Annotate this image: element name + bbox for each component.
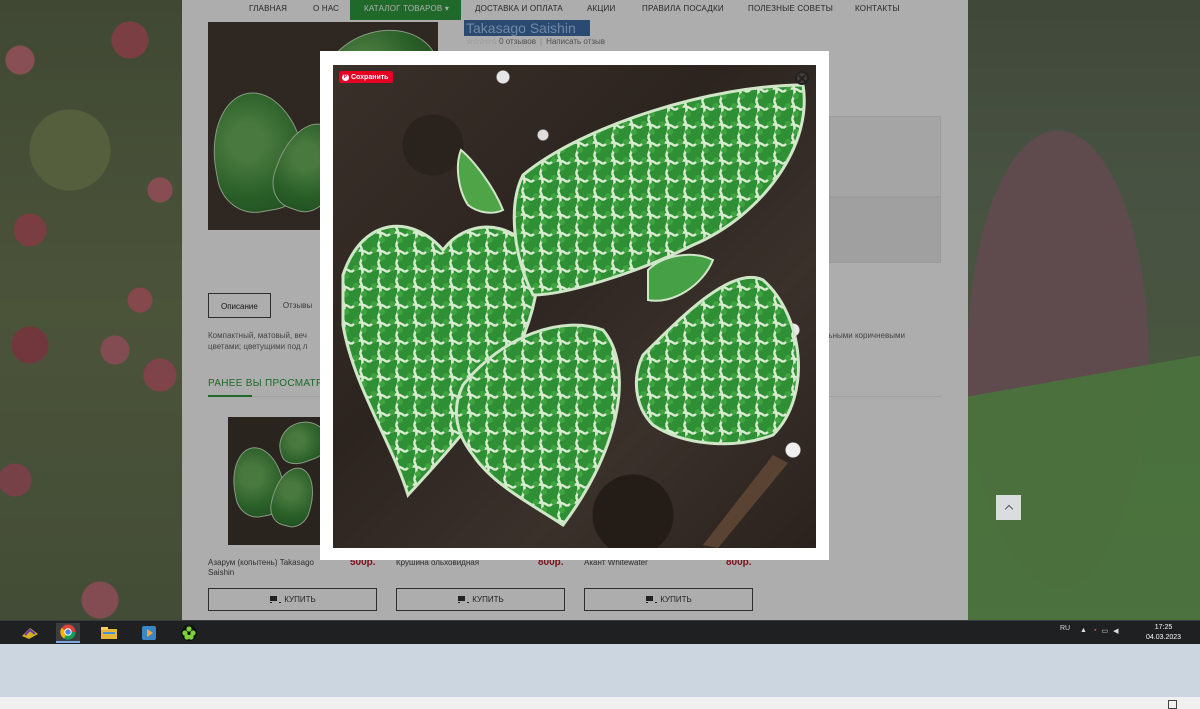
flag-icon[interactable]: ▪ [1094,627,1096,635]
media-player-icon[interactable] [137,623,161,643]
scroll-to-top-button[interactable] [996,495,1021,520]
network-icon[interactable]: ▭ [1101,627,1108,635]
close-icon[interactable] [795,71,809,85]
system-tray: ▪ ▭ ◀ [1094,627,1119,635]
image-lightbox: P Сохранить [320,51,829,560]
file-explorer-icon[interactable] [97,623,121,643]
chrome-icon[interactable] [56,623,80,643]
bottom-strip [0,697,1200,709]
language-indicator[interactable]: RU [1060,625,1070,632]
green-app-icon[interactable] [177,623,201,643]
clock-date: 04.03.2023 [1146,634,1182,641]
volume-icon[interactable]: ◀ [1113,627,1118,635]
tray-expand-icon[interactable]: ▲ [1080,627,1087,634]
winamp-icon[interactable] [18,623,42,643]
clock-time: 17:25 [1154,624,1173,631]
chevron-up-icon [1004,504,1013,514]
empty-area [0,644,1200,697]
clock[interactable]: 17:25 04.03.2023 [1146,623,1181,643]
pinterest-save-button[interactable]: P Сохранить [339,71,394,83]
pinterest-icon: P [342,73,349,81]
lightbox-image: P Сохранить [333,65,816,548]
plant-illustration [341,83,806,548]
save-label: Сохранить [351,73,389,81]
taskbar: RU ▲ ▪ ▭ ◀ 17:25 04.03.2023 [0,620,1200,644]
restore-window-icon[interactable] [1168,700,1177,709]
